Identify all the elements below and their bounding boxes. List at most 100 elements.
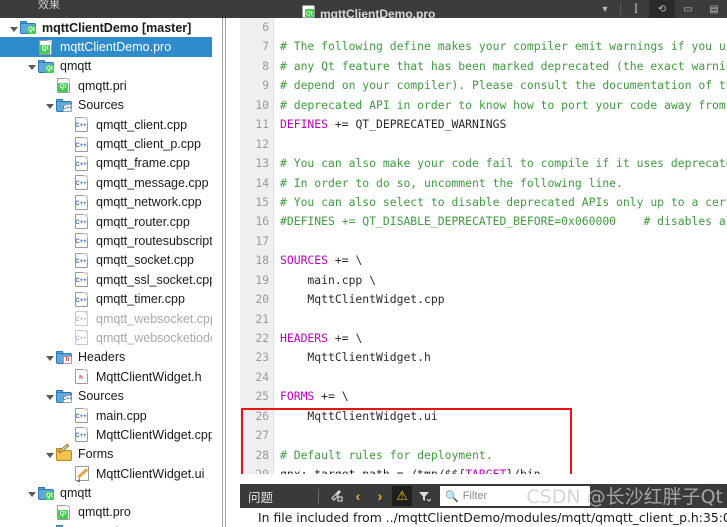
code-line[interactable]: 11 DEFINES += QT_DEPRECATED_WARNINGS: [240, 115, 727, 134]
project-tree[interactable]: Qt mqttClientDemo [master] Qt mqttClientDem…: [0, 18, 212, 527]
file-cpp-icon: C++: [74, 272, 91, 288]
code-line[interactable]: 8 # any Qt feature that has been marked d…: [240, 57, 727, 76]
code-line[interactable]: 7 # The following define makes your compi…: [240, 37, 727, 56]
line-number: 12: [255, 137, 269, 151]
split-vertical-icon[interactable]: ▤: [701, 0, 727, 18]
code-text: # The following define makes your compil…: [280, 39, 727, 54]
file-cpp-icon: C++: [74, 427, 91, 443]
tree-item[interactable]: Qtexamples: [0, 522, 212, 527]
code-line[interactable]: 14 # In order to do so, uncomment the fol…: [240, 174, 727, 193]
tree-item[interactable]: C++ Sources: [0, 96, 212, 115]
code-line[interactable]: 12: [240, 135, 727, 154]
code-line[interactable]: 22 HEADERS += \: [240, 329, 727, 348]
code-line[interactable]: 9 # depend on your compiler). Please cons…: [240, 76, 727, 95]
tree-item[interactable]: Qt qmqtt.pro: [0, 503, 212, 522]
code-editor[interactable]: 6 7 # The following define makes your comp…: [240, 18, 727, 482]
tree-item-label: qmqtt_client.cpp: [96, 117, 188, 132]
previous-issue-icon[interactable]: ‹: [348, 486, 368, 506]
filter-dropdown-icon[interactable]: [414, 486, 434, 506]
split-horizontal-icon[interactable]: ▭: [675, 0, 701, 18]
next-issue-icon[interactable]: ›: [370, 486, 390, 506]
tree-item[interactable]: C++ qmqtt_ssl_socket.cpp: [0, 270, 212, 289]
code-line[interactable]: 21: [240, 310, 727, 329]
expand-arrow-icon[interactable]: [44, 99, 56, 111]
tree-item-label: qmqtt_ssl_socket.cpp: [96, 272, 212, 287]
tree-item[interactable]: C++ MqttClientWidget.cpp: [0, 425, 212, 444]
tree-item-label: qmqtt: [60, 59, 92, 74]
code-line[interactable]: 24: [240, 368, 727, 387]
tree-item[interactable]: C++ qmqtt_client.cpp: [0, 115, 212, 134]
code-text: # Default rules for deployment.: [280, 447, 493, 462]
code-line[interactable]: 26 MqttClientWidget.ui: [240, 407, 727, 426]
tree-item[interactable]: MqttClientWidget.ui: [0, 464, 212, 483]
split-icon[interactable]: ⫿: [623, 0, 649, 18]
expand-arrow-icon[interactable]: [44, 390, 56, 402]
line-number: 18: [255, 254, 269, 268]
tree-item[interactable]: C++ qmqtt_router.cpp: [0, 212, 212, 231]
tree-item-label: Headers: [78, 350, 126, 365]
code-line[interactable]: 23 MqttClientWidget.h: [240, 348, 727, 367]
tree-item[interactable]: C++ qmqtt_message.cpp: [0, 173, 212, 192]
code-line[interactable]: 6: [240, 18, 727, 37]
tree-item[interactable]: C++ qmqtt_websocketiodevice.cpp: [0, 328, 212, 347]
code-line[interactable]: 25 FORMS += \: [240, 387, 727, 406]
tree-item-label: qmqtt_websocketiodevice.cpp: [96, 330, 212, 345]
tree-item[interactable]: C++ qmqtt_network.cpp: [0, 193, 212, 212]
filter-input[interactable]: 🔍 Filter: [440, 486, 591, 506]
tree-item[interactable]: Qt mqttClientDemo [master]: [0, 18, 212, 37]
tree-item[interactable]: C++ qmqtt_frame.cpp: [0, 154, 212, 173]
code-line[interactable]: 15 # You can also select to disable depre…: [240, 193, 727, 212]
code-line[interactable]: 10 # deprecated API in order to know how …: [240, 96, 727, 115]
tree-item[interactable]: Forms: [0, 443, 212, 464]
tree-item[interactable]: C++ qmqtt_socket.cpp: [0, 251, 212, 270]
code-text: # deprecated API in order to know how to…: [280, 97, 727, 112]
code-line[interactable]: 18 SOURCES += \: [240, 251, 727, 270]
tree-item[interactable]: C++ qmqtt_client_p.cpp: [0, 134, 212, 153]
code-line[interactable]: 19 main.cpp \: [240, 271, 727, 290]
tree-item-label: Sources: [78, 98, 124, 113]
tree-item[interactable]: h Headers: [0, 348, 212, 367]
file-header-icon: h: [74, 369, 91, 385]
code-line[interactable]: 17: [240, 232, 727, 251]
tree-item[interactable]: Qt qmqtt: [0, 483, 212, 502]
panel-splitter[interactable]: [222, 18, 226, 527]
qt-project-icon: Qt: [302, 5, 315, 18]
document-tab[interactable]: Qt mqttClientDemo.pro: [240, 0, 540, 18]
code-line[interactable]: 16 #DEFINES += QT_DISABLE_DEPRECATED_BEFO…: [240, 212, 727, 231]
expand-arrow-icon[interactable]: [26, 487, 38, 499]
expand-arrow-icon[interactable]: [44, 351, 56, 363]
tree-item[interactable]: C++ main.cpp: [0, 406, 212, 425]
tree-item[interactable]: C++ qmqtt_routesubscription.cpp: [0, 231, 212, 250]
chevron-down-icon[interactable]: ▾: [592, 0, 618, 18]
tree-item[interactable]: h MqttClientWidget.h: [0, 367, 212, 386]
expand-arrow-icon[interactable]: [44, 448, 56, 460]
sync-icon[interactable]: ⟲: [649, 0, 675, 18]
tree-item[interactable]: Qt mqttClientDemo.pro: [0, 37, 212, 57]
tree-item[interactable]: C++ Sources: [0, 386, 212, 405]
editor-horizontal-scrollbar[interactable]: [240, 474, 727, 483]
tree-item[interactable]: C++ qmqtt_websocket.cpp: [0, 309, 212, 328]
editor-code-lines[interactable]: 6 7 # The following define makes your comp…: [240, 18, 727, 482]
clear-icon[interactable]: [326, 486, 346, 506]
code-line[interactable]: 27: [240, 426, 727, 445]
issue-row[interactable]: In file included from ../mqttClientDemo/…: [240, 508, 727, 527]
code-line[interactable]: 28 # Default rules for deployment.: [240, 446, 727, 465]
code-line[interactable]: 20 MqttClientWidget.cpp: [240, 290, 727, 309]
line-number: 6: [262, 21, 269, 34]
line-number: 8: [262, 59, 269, 73]
line-number: 20: [255, 293, 269, 307]
code-line[interactable]: 13 # You can also make your code fail to …: [240, 154, 727, 173]
expand-arrow-icon[interactable]: [26, 60, 38, 72]
expand-arrow-icon[interactable]: [8, 22, 20, 34]
tree-item[interactable]: Qt qmqtt: [0, 57, 212, 76]
folder-qt-icon: Qt: [38, 59, 55, 74]
tree-item[interactable]: Qt qmqtt.pri: [0, 76, 212, 95]
tree-item[interactable]: C++ qmqtt_timer.cpp: [0, 289, 212, 308]
warning-filter-icon[interactable]: ⚠: [392, 486, 413, 506]
problems-panel-body[interactable]: In file included from ../mqttClientDemo/…: [240, 508, 727, 527]
